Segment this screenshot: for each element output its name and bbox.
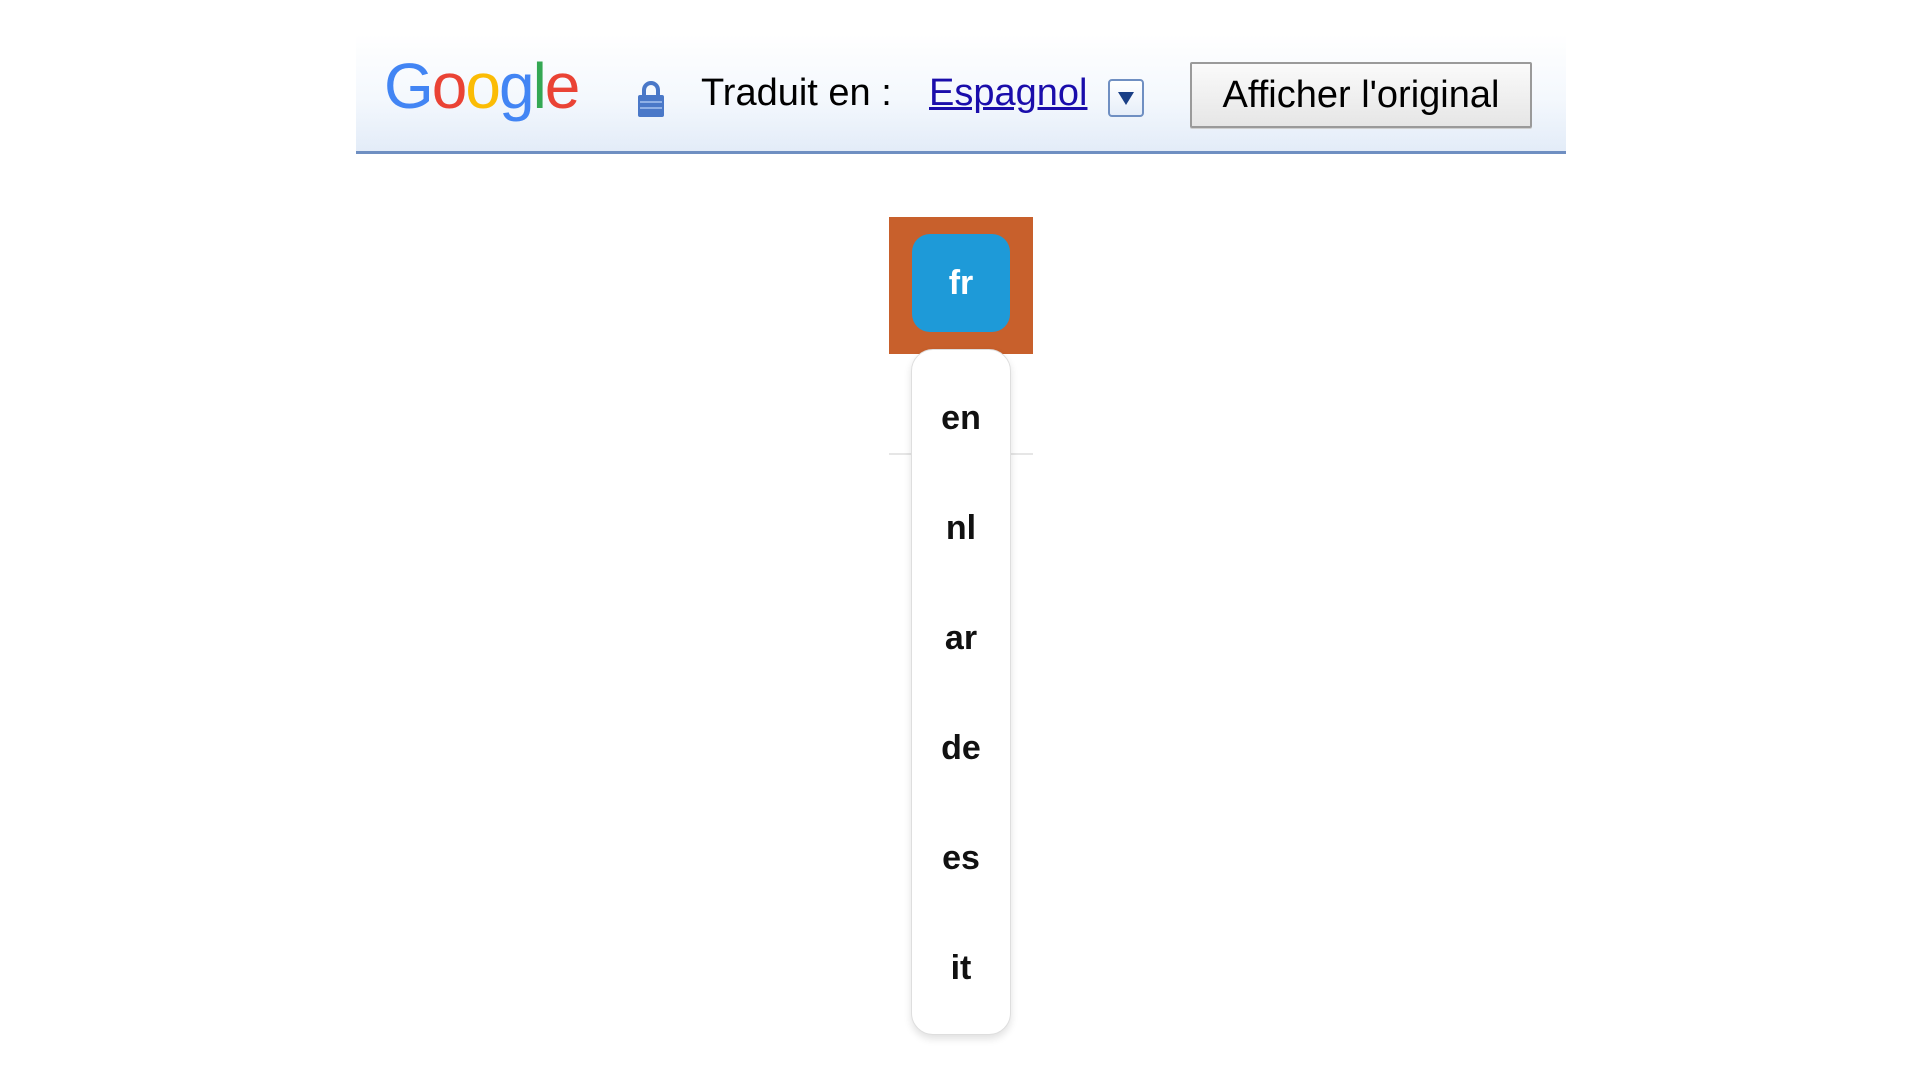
logo-letter: g	[498, 50, 535, 122]
logo-letter: o	[431, 50, 468, 122]
page: Google Traduit en : Espagnol Afficher l'…	[0, 0, 1920, 1080]
current-language-button[interactable]: fr	[912, 234, 1010, 332]
logo-letter: l	[532, 50, 547, 122]
language-option-nl[interactable]: nl	[912, 498, 1010, 558]
language-option-ar[interactable]: ar	[912, 608, 1010, 668]
logo-letter: o	[465, 50, 501, 122]
language-switcher: fr	[889, 217, 1033, 354]
lock-icon	[636, 80, 666, 118]
google-translate-bar: Google Traduit en : Espagnol Afficher l'…	[356, 34, 1566, 154]
language-option-en[interactable]: en	[912, 388, 1010, 448]
language-option-de[interactable]: de	[912, 718, 1010, 778]
logo-letter: e	[544, 50, 581, 122]
language-option-es[interactable]: es	[912, 828, 1010, 888]
google-logo: Google	[384, 50, 581, 122]
target-language-link[interactable]: Espagnol	[929, 74, 1087, 112]
triangle-down-icon	[1118, 92, 1134, 105]
show-original-button[interactable]: Afficher l'original	[1190, 62, 1532, 128]
language-option-it[interactable]: it	[912, 938, 1010, 998]
language-menu: en nl ar de es it	[911, 349, 1011, 1035]
logo-letter: G	[384, 50, 434, 122]
translated-to-label: Traduit en :	[701, 72, 892, 114]
language-dropdown-button[interactable]	[1108, 79, 1144, 117]
